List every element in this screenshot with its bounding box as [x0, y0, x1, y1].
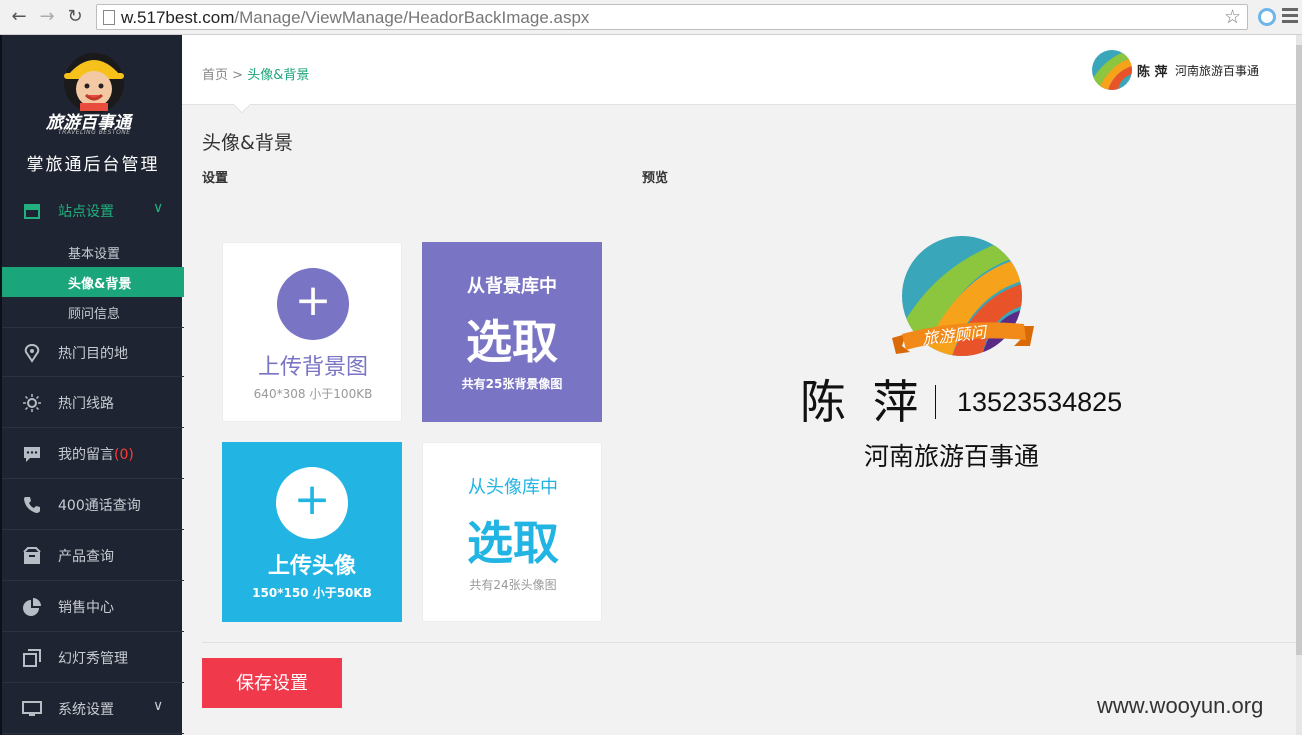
monitor-icon [22, 701, 42, 716]
pie-chart-icon [23, 598, 41, 616]
sidebar-subitem-avatar-bg[interactable]: 头像&背景 [2, 267, 184, 297]
sun-icon [23, 394, 41, 412]
sidebar-item-slides[interactable]: 幻灯秀管理 [2, 633, 184, 683]
user-org: 河南旅游百事通 [1175, 64, 1260, 78]
upload-avatar-title: 上传头像 [267, 554, 356, 579]
box-icon [23, 547, 41, 564]
settings-label: 设置 [202, 171, 229, 186]
back-icon[interactable]: ← [8, 6, 30, 28]
forward-icon[interactable]: → [36, 6, 58, 28]
plus-icon: + [277, 268, 349, 340]
chevron-down-icon: ∨ [153, 200, 164, 216]
breadcrumb: 首页 > 头像&背景 [202, 64, 309, 83]
preview-label: 预览 [642, 171, 669, 186]
page-header: 首页 > 头像&背景 陈 萍 河南旅游百事通 [182, 35, 1296, 114]
slides-icon [23, 649, 41, 667]
pick-background-card[interactable]: 从背景库中 选取 共有25张背景像图 [422, 242, 602, 422]
phone-icon [24, 497, 40, 513]
upload-background-title: 上传背景图 [257, 355, 368, 380]
message-count-badge: (0) [114, 447, 134, 463]
browser-toolbar: ← → ↻ w.517best.com/Manage/ViewManage/He… [0, 0, 1302, 35]
breadcrumb-separator: > [232, 68, 244, 83]
scroll-thumb[interactable] [1296, 45, 1302, 655]
page-icon [103, 10, 115, 25]
page-title: 头像&背景 [202, 132, 293, 154]
extension-icon[interactable] [1258, 8, 1276, 26]
sidebar: 旅游百事通 TRAVELING BESTONE 掌旅通后台管理 站点设置 ∨ 基… [0, 35, 184, 735]
page-scrollbar[interactable] [1296, 35, 1302, 735]
url-text: w.517best.com/Manage/ViewManage/HeadorBa… [121, 8, 590, 27]
upload-background-card[interactable]: + 上传背景图 640*308 小于100KB [222, 242, 402, 422]
sidebar-subitem-advisor[interactable]: 顾问信息 [2, 297, 184, 327]
address-bar[interactable]: w.517best.com/Manage/ViewManage/HeadorBa… [96, 4, 1248, 30]
pick-avatar-count: 共有24张头像图 [469, 578, 557, 592]
sidebar-item-site-settings[interactable]: 站点设置 ∨ [2, 186, 184, 236]
bookmark-star-icon[interactable]: ☆ [1224, 6, 1241, 28]
plus-icon: + [276, 467, 348, 539]
breadcrumb-current: 头像&背景 [247, 68, 310, 83]
watermark: www.wooyun.org [1097, 693, 1264, 718]
sidebar-item-system[interactable]: 系统设置 ∨ [2, 684, 184, 734]
breadcrumb-pointer [233, 96, 251, 114]
sidebar-item-call-query[interactable]: 400通话查询 [2, 480, 184, 530]
upload-background-spec: 640*308 小于100KB [253, 387, 373, 401]
user-name: 陈 萍 [1137, 65, 1168, 80]
sidebar-item-sales[interactable]: 销售中心 [2, 582, 184, 632]
user-avatar[interactable] [1092, 50, 1132, 90]
save-settings-button[interactable]: 保存设置 [202, 658, 342, 708]
sidebar-item-routes[interactable]: 热门线路 [2, 378, 184, 428]
preview-org: 河南旅游百事通 [864, 442, 1040, 471]
pick-avatar-heading: 从头像库中 [468, 477, 558, 498]
chat-icon [24, 447, 40, 462]
preview-phone: 13523534825 [957, 387, 1123, 417]
content-divider [202, 642, 1296, 643]
preview-name: 陈 萍 [800, 375, 925, 429]
breadcrumb-home[interactable]: 首页 [202, 68, 228, 83]
pick-avatar-action: 选取 [467, 516, 559, 570]
pick-background-heading: 从背景库中 [467, 276, 557, 297]
location-pin-icon [24, 343, 40, 363]
sidebar-item-messages[interactable]: 我的留言(0) [2, 429, 184, 479]
admin-title: 掌旅通后台管理 [26, 155, 160, 175]
upload-avatar-spec: 150*150 小于50KB [252, 586, 372, 600]
store-icon [24, 204, 40, 219]
pick-background-action: 选取 [466, 315, 558, 369]
sidebar-item-destinations[interactable]: 热门目的地 [2, 327, 184, 377]
logo-subtitle: TRAVELING BESTONE [58, 129, 131, 136]
chevron-down-icon: ∨ [153, 698, 164, 714]
sidebar-item-products[interactable]: 产品查询 [2, 531, 184, 581]
sidebar-subitem-basic[interactable]: 基本设置 [2, 237, 184, 267]
pick-background-count: 共有25张背景像图 [461, 377, 563, 391]
upload-avatar-card[interactable]: + 上传头像 150*150 小于50KB [222, 442, 402, 622]
reload-icon[interactable]: ↻ [64, 6, 86, 28]
pick-avatar-card[interactable]: 从头像库中 选取 共有24张头像图 [422, 442, 602, 622]
browser-menu-icon[interactable] [1282, 8, 1298, 26]
preview-separator [935, 385, 936, 419]
